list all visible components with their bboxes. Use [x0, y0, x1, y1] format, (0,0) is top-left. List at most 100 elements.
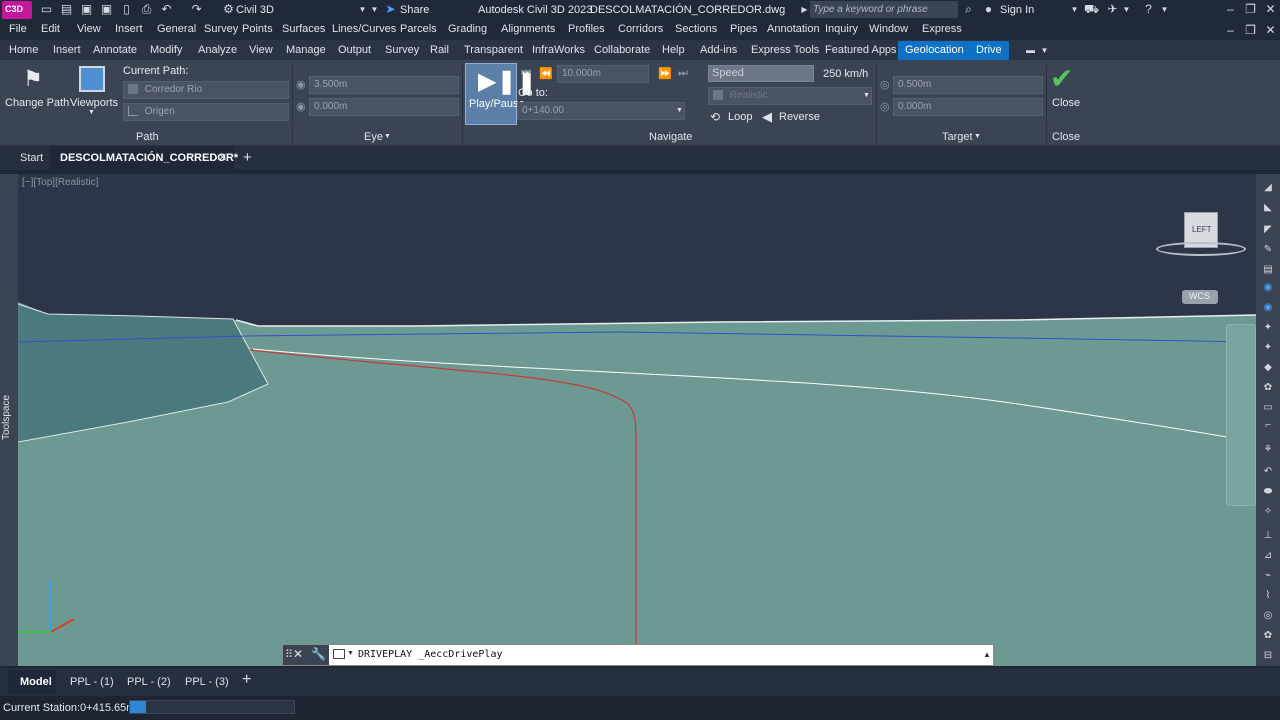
command-line[interactable]: ⠿ ✕ 🔧 ▼ DRIVEPLAY _AeccDrivePlay ▲ [282, 644, 994, 666]
doc-minimize-icon[interactable]: – [1224, 24, 1237, 37]
doc-restore-icon[interactable]: ❐ [1244, 24, 1257, 37]
app-logo[interactable]: C3D [2, 1, 32, 19]
visual-style-dropdown-icon[interactable]: ▼ [863, 92, 870, 99]
tab-output[interactable]: Output [338, 44, 371, 56]
menu-insert[interactable]: Insert [115, 23, 143, 35]
menu-points[interactable]: Points [242, 23, 273, 35]
active-document-tab[interactable]: DESCOLMATACIÓN_CORREDOR* ✕ [50, 146, 238, 170]
share-button[interactable]: Share [400, 2, 429, 18]
target-panel-dropdown-icon[interactable]: ▼ [974, 133, 981, 140]
menu-pipes[interactable]: Pipes [730, 23, 758, 35]
workspace-selector[interactable]: Civil 3D [236, 2, 274, 18]
globe-icon[interactable]: ◉ [1262, 302, 1274, 314]
layout-tab-ppl-2[interactable]: PPL - (2) [127, 676, 171, 688]
tool-icon[interactable]: ⬬ [1262, 486, 1274, 498]
share-icon[interactable]: ➤ [384, 3, 397, 16]
tab-transparent[interactable]: Transparent [464, 44, 523, 56]
sign-in-button[interactable]: Sign In [1000, 2, 1034, 18]
tab-survey[interactable]: Survey [385, 44, 419, 56]
qat-customize-icon[interactable]: ▼ [368, 3, 381, 16]
step-end-icon[interactable]: ⏭ [678, 67, 688, 80]
goto-station-field[interactable]: 0+140.00 [517, 102, 685, 120]
menu-alignments[interactable]: Alignments [501, 23, 555, 35]
menu-inquiry[interactable]: Inquiry [825, 23, 858, 35]
open-folder-icon[interactable]: ▤ [60, 3, 73, 16]
menu-general[interactable]: General [157, 23, 196, 35]
tab-manage[interactable]: Manage [286, 44, 326, 56]
tool-icon[interactable]: ✎ [1262, 244, 1274, 256]
command-history-icon[interactable]: ▲ [983, 650, 991, 659]
tab-analyze[interactable]: Analyze [198, 44, 237, 56]
sign-in-dropdown-icon[interactable]: ▼ [1068, 3, 1081, 16]
menu-edit[interactable]: Edit [41, 23, 60, 35]
tool-icon[interactable]: ✿ [1262, 630, 1274, 642]
tool-icon[interactable]: ⊥ [1262, 530, 1274, 542]
menu-grading[interactable]: Grading [448, 23, 487, 35]
visual-style-dropdown[interactable]: Realistic [708, 87, 872, 105]
tool-icon[interactable]: ⌇ [1262, 590, 1274, 602]
autodesk-a360-icon[interactable]: ✈ [1106, 3, 1119, 16]
speed-slider[interactable]: Speed [708, 65, 814, 82]
goto-dropdown-icon[interactable]: ▼ [676, 107, 683, 114]
tool-icon[interactable]: ✿ [1262, 382, 1274, 394]
tab-geolocation[interactable]: Geolocation [898, 41, 971, 60]
eye-panel-dropdown-icon[interactable]: ▼ [384, 133, 391, 140]
tab-insert[interactable]: Insert [53, 44, 81, 56]
eye-height-field[interactable]: 3.500m [309, 76, 459, 94]
loop-icon[interactable]: ⟲ [710, 110, 720, 124]
tab-infraworks[interactable]: InfraWorks [532, 44, 585, 56]
drawing-viewport[interactable]: [−][Top][Realistic] LEFT WCS [18, 174, 1256, 666]
toolspace-label[interactable]: Toolspace [1, 395, 12, 440]
step-forward-icon[interactable]: ⏩ [658, 67, 672, 80]
target-panel-label[interactable]: Target [942, 131, 973, 143]
close-command-line-icon[interactable]: ✕ [293, 647, 303, 661]
grip-icon[interactable]: ⠿ [285, 648, 293, 661]
viewports-button[interactable]: Viewports [70, 97, 118, 109]
eye-offset-field[interactable]: 0.000m [309, 98, 459, 116]
menu-lines-curves[interactable]: Lines/Curves [332, 23, 396, 35]
tool-icon[interactable]: ⚘ [1262, 444, 1274, 456]
tool-icon[interactable]: ✧ [1262, 506, 1274, 518]
menu-window[interactable]: Window [869, 23, 908, 35]
tab-modify[interactable]: Modify [150, 44, 182, 56]
tool-icon[interactable]: ◣ [1262, 202, 1274, 214]
tab-annotate[interactable]: Annotate [93, 44, 137, 56]
loop-button[interactable]: Loop [728, 111, 752, 123]
menu-file[interactable]: File [9, 23, 27, 35]
tab-view[interactable]: View [249, 44, 273, 56]
ribbon-minimize-icon[interactable]: ▬ [1024, 44, 1037, 57]
tab-help[interactable]: Help [662, 44, 685, 56]
tool-icon[interactable]: ⌁ [1262, 570, 1274, 582]
save-as-icon[interactable]: ▣ [100, 3, 113, 16]
recent-commands-icon[interactable] [333, 649, 345, 659]
layout-tab-ppl-1[interactable]: PPL - (1) [70, 676, 114, 688]
eye-panel-label[interactable]: Eye [364, 131, 383, 143]
menu-sections[interactable]: Sections [675, 23, 717, 35]
viewcube-compass-ring[interactable] [1156, 242, 1246, 256]
reverse-icon[interactable]: ◀ [762, 109, 772, 125]
tab-drive[interactable]: Drive [969, 41, 1009, 60]
add-layout-icon[interactable]: + [242, 671, 251, 689]
menu-surfaces[interactable]: Surfaces [282, 23, 325, 35]
customize-wrench-icon[interactable]: 🔧 [311, 647, 326, 661]
menu-profiles[interactable]: Profiles [568, 23, 605, 35]
layout-tab-ppl-3[interactable]: PPL - (3) [185, 676, 229, 688]
target-offset-field[interactable]: 0.000m [893, 98, 1043, 116]
close-tab-icon[interactable]: ✕ [218, 151, 227, 164]
tab-rail[interactable]: Rail [430, 44, 449, 56]
menu-corridors[interactable]: Corridors [618, 23, 663, 35]
minimize-icon[interactable]: – [1224, 3, 1237, 16]
close-app-icon[interactable]: ✕ [1264, 3, 1277, 16]
tab-express-tools[interactable]: Express Tools [751, 44, 819, 56]
globe-icon[interactable]: ◉ [1262, 282, 1274, 294]
tool-icon[interactable]: ▭ [1262, 402, 1274, 414]
help-icon[interactable]: ? [1142, 3, 1155, 16]
play-pause-button[interactable]: ▶❚❚ Play/Pause [465, 63, 537, 125]
tool-icon[interactable]: ▤ [1262, 264, 1274, 276]
viewports-dropdown-icon[interactable]: ▼ [88, 109, 95, 116]
tab-featured-apps[interactable]: Featured Apps [825, 44, 897, 56]
start-tab[interactable]: Start [20, 152, 43, 164]
navigation-bar[interactable] [1226, 324, 1256, 506]
origin-field[interactable]: Origen [123, 103, 289, 121]
change-path-icon[interactable]: ⚑ [20, 66, 46, 92]
